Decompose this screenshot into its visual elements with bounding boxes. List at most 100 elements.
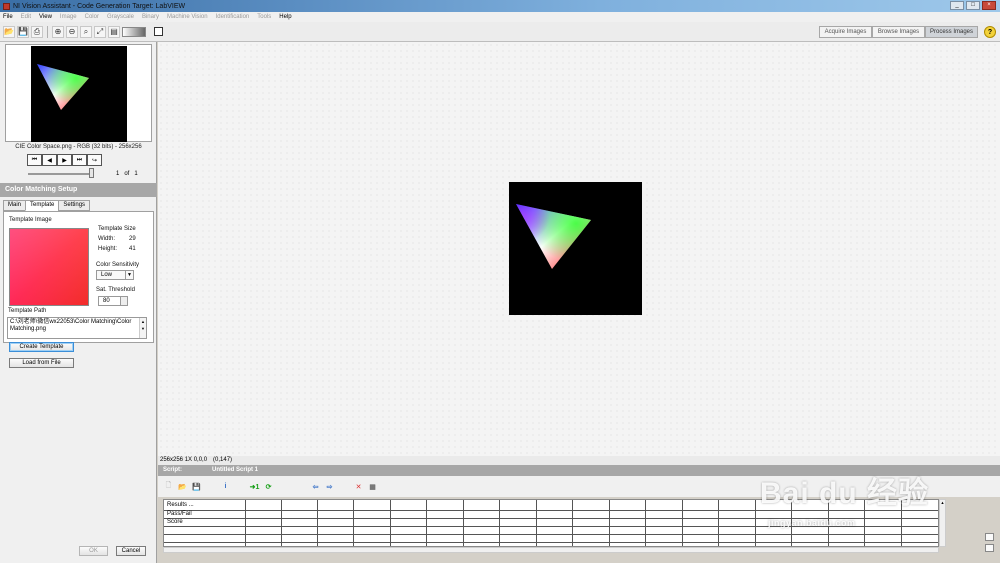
save-image-icon[interactable]: 💾	[17, 25, 29, 38]
page-current: 1	[116, 171, 120, 177]
width-value: 29	[129, 236, 136, 242]
path-scrollbar[interactable]: ▲ ▼	[139, 318, 146, 338]
menu-color[interactable]: Color	[85, 14, 99, 20]
watermark-main: Bai du 经验	[760, 477, 930, 510]
maximize-icon[interactable]: □	[966, 1, 980, 10]
image-info: 256x256 1X 0,0,0	[160, 457, 208, 463]
menu-identification[interactable]: Identification	[216, 14, 250, 20]
spin-arrows-icon[interactable]	[120, 297, 127, 305]
toolbar-separator	[47, 25, 48, 38]
zoom-out-icon[interactable]: ⊖	[66, 25, 78, 38]
template-path-label: Template Path	[8, 308, 47, 314]
color-sensitivity-label: Color Sensitivity	[96, 262, 140, 268]
create-template-button[interactable]: Create Template	[9, 342, 74, 352]
menu-help[interactable]: Help	[279, 14, 291, 20]
width-label: Width:	[98, 236, 116, 242]
baidu-watermark: Bai du 经验 jingyan.baidu.com	[760, 468, 930, 528]
setup-header: Color Matching Setup	[0, 183, 157, 197]
page-of: of	[124, 171, 130, 177]
pass-fail-row: Pass/Fail	[167, 511, 192, 517]
sat-threshold-label: Sat. Threshold	[96, 287, 135, 293]
image-slider-handle[interactable]	[89, 168, 94, 178]
menu-bar: File Edit View Image Color Grayscale Bin…	[0, 12, 1000, 22]
color-sensitivity-select[interactable]: Low ▼	[96, 270, 134, 280]
results-hscrollbar[interactable]	[163, 547, 939, 553]
gray-palette-icon[interactable]	[122, 26, 146, 37]
process-images-tab[interactable]: Process Images	[925, 26, 978, 38]
watermark-sub: jingyan.baidu.com	[768, 518, 856, 528]
tab-template[interactable]: Template	[25, 200, 60, 211]
info-icon[interactable]: i	[220, 481, 231, 492]
zoom-fit-icon[interactable]: ⤢	[94, 25, 106, 38]
results-row-header: Results ...	[167, 502, 194, 508]
cursor-coords: (0,147)	[213, 457, 233, 463]
help-icon[interactable]: ?	[984, 26, 996, 38]
chevron-down-icon[interactable]: ▼	[125, 271, 133, 279]
tab-settings[interactable]: Settings	[58, 200, 91, 211]
menu-view[interactable]: View	[39, 14, 52, 20]
window-controls: _ □ ×	[950, 1, 996, 10]
image-caption: CIE Color Space.png - RGB (32 bits) - 25…	[15, 144, 142, 150]
browse-images-tab[interactable]: Browse Images	[872, 26, 925, 38]
performance-meter-icon[interactable]: ▦	[367, 481, 378, 492]
menu-file[interactable]: File	[3, 14, 13, 20]
image-slider-track[interactable]	[28, 173, 94, 175]
close-icon[interactable]: ×	[982, 1, 996, 10]
color-triangle-image	[516, 204, 591, 269]
menu-edit[interactable]: Edit	[21, 14, 31, 20]
template-image-label: Template Image	[9, 217, 52, 223]
palette-icon[interactable]: ▤	[108, 25, 120, 38]
template-size-label: Template Size	[98, 226, 136, 232]
template-path-field[interactable]: C:\刘老师\微信wx22053\Color Matching\Color Ma…	[7, 317, 147, 339]
next-image-icon[interactable]: ▶	[57, 154, 72, 166]
first-image-icon[interactable]: ⏮	[27, 154, 42, 166]
score-row: Score	[167, 519, 183, 525]
menu-tools[interactable]: Tools	[257, 14, 271, 20]
step-back-icon[interactable]: ⇦	[310, 481, 321, 492]
minimize-icon[interactable]: _	[950, 1, 964, 10]
menu-image[interactable]: Image	[60, 14, 77, 20]
last-image-icon[interactable]: ⏭	[72, 154, 87, 166]
save-script-icon[interactable]: 💾	[191, 481, 202, 492]
title-bar: NI Vision Assistant - Code Generation Ta…	[0, 0, 1000, 12]
return-icon[interactable]: ↪	[87, 154, 102, 166]
previous-image-icon[interactable]: ◀	[42, 154, 57, 166]
zoom-1to1-icon[interactable]: ⌕	[80, 25, 92, 38]
acquire-images-tab[interactable]: Acquire Images	[819, 26, 872, 38]
menu-binary[interactable]: Binary	[142, 14, 159, 20]
image-canvas[interactable]	[158, 42, 1000, 456]
ok-button[interactable]: OK	[79, 546, 108, 556]
sat-threshold-value: 80	[103, 298, 110, 304]
page-total: 1	[134, 171, 138, 177]
sat-threshold-stepper[interactable]: 80	[98, 296, 128, 306]
page-indicator: 1 of 1	[116, 171, 138, 177]
script-name: Untitled Script 1	[212, 467, 259, 473]
menu-grayscale[interactable]: Grayscale	[107, 14, 134, 20]
export-results-icon[interactable]	[985, 544, 994, 552]
run-once-icon[interactable]: ➜1	[249, 481, 260, 492]
rectangle-tool-icon[interactable]	[154, 27, 163, 36]
open-script-icon[interactable]: 📂	[177, 481, 188, 492]
menu-machine-vision[interactable]: Machine Vision	[167, 14, 208, 20]
results-vscrollbar[interactable]: ▲	[939, 499, 946, 547]
zoom-in-icon[interactable]: ⊕	[52, 25, 64, 38]
main-image[interactable]	[509, 182, 642, 315]
image-browser-thumbnail[interactable]	[5, 44, 152, 142]
run-batch-icon[interactable]: ⟳	[263, 481, 274, 492]
template-image-preview	[9, 228, 89, 306]
cancel-button[interactable]: Cancel	[116, 546, 146, 556]
step-forward-icon[interactable]: ⇨	[324, 481, 335, 492]
mode-tabs: Acquire Images Browse Images Process Ima…	[819, 26, 978, 38]
image-navigation: ⏮ ◀ ▶ ⏭ ↪	[27, 154, 102, 166]
tab-main[interactable]: Main	[3, 200, 27, 211]
setup-tabs: Main Template Settings	[3, 200, 91, 211]
new-script-icon[interactable]: 🗋	[163, 481, 174, 492]
open-image-icon[interactable]: 📂	[3, 25, 15, 38]
print-icon[interactable]: ⎙	[31, 25, 43, 38]
delete-step-icon[interactable]: ✕	[353, 481, 364, 492]
load-from-file-button[interactable]: Load from File	[9, 358, 74, 368]
script-label: Script:	[163, 467, 183, 473]
color-triangle-thumbnail	[37, 64, 89, 110]
save-results-icon[interactable]	[985, 533, 994, 541]
script-side-icons	[985, 533, 994, 552]
